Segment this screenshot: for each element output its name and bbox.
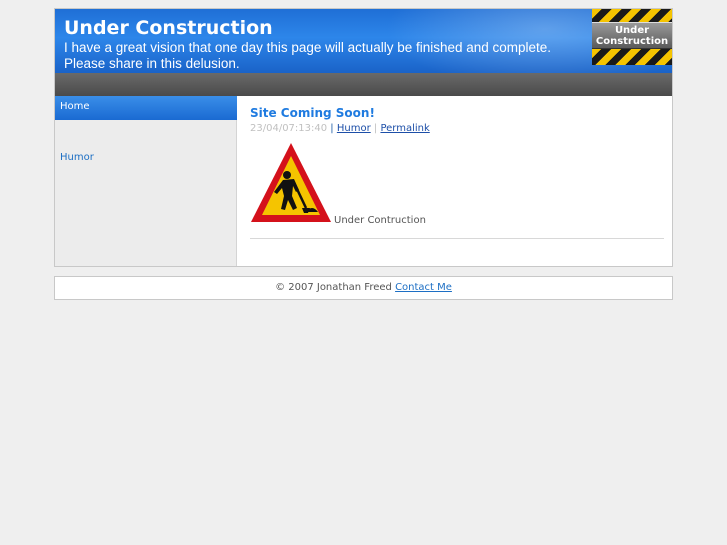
permalink-link[interactable]: Permalink [380, 123, 429, 134]
meta-separator: | [373, 123, 378, 134]
post-body: Under Contruction [250, 142, 664, 234]
sidebar-item-humor[interactable]: Humor [55, 147, 237, 169]
post-title[interactable]: Site Coming Soon! [250, 106, 664, 120]
post-category-link[interactable]: Humor [337, 123, 371, 134]
sidebar: Home Humor [55, 96, 237, 266]
under-construction-badge-icon: Under Construction [592, 9, 672, 65]
post-timestamp: 23/04/07:13:40 [250, 123, 328, 134]
post-divider [250, 238, 664, 239]
page-container: Under Construction I have a great vision… [54, 8, 673, 267]
main-content: Site Coming Soon! 23/04/07:13:40 | Humor… [250, 106, 664, 234]
badge-text: Under Construction [595, 25, 669, 47]
site-footer: © 2007 Jonathan Freed Contact Me [54, 276, 673, 300]
meta-separator: | [330, 123, 334, 134]
badge-plate: Under Construction [592, 22, 672, 49]
post-body-text: Under Contruction [334, 215, 426, 226]
road-work-warning-icon [251, 143, 331, 222]
post-meta: 23/04/07:13:40 | Humor | Permalink [250, 122, 664, 136]
contact-link[interactable]: Contact Me [395, 282, 452, 293]
site-tagline: I have a great vision that one day this … [64, 40, 552, 71]
footer-copyright: © 2007 Jonathan Freed [275, 282, 392, 293]
sidebar-item-home[interactable]: Home [55, 96, 237, 120]
site-title[interactable]: Under Construction [64, 17, 273, 39]
nav-bar [55, 73, 672, 96]
site-header: Under Construction I have a great vision… [55, 9, 672, 73]
